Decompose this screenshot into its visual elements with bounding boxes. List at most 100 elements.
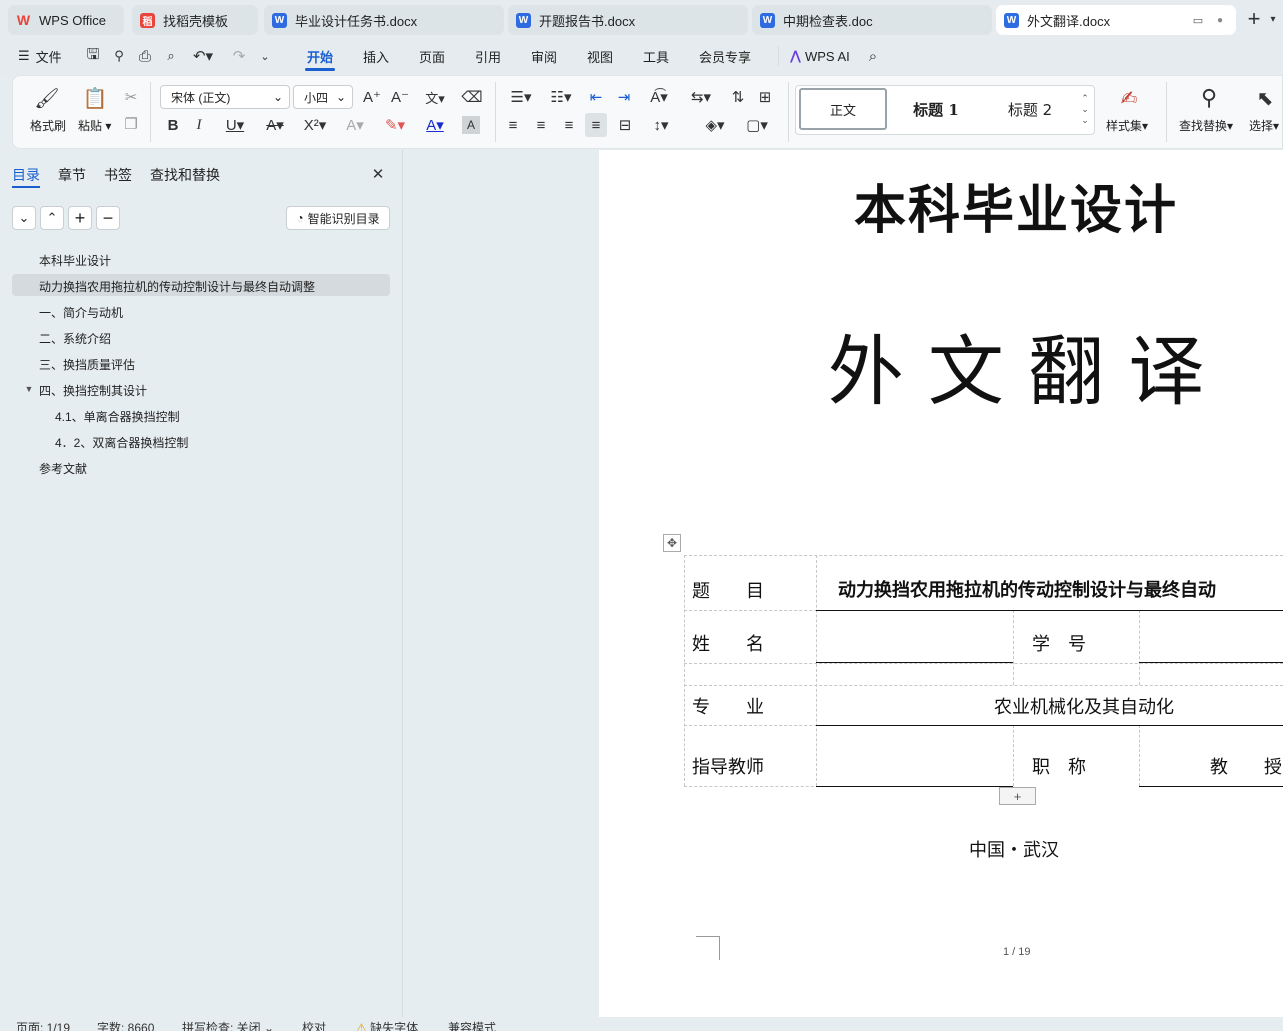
style-heading-1[interactable]: 标题 1 [895,88,977,130]
panel-tab-chapters[interactable]: 章节 [58,165,86,185]
bullet-list-icon[interactable]: ☰▾ [506,87,536,107]
menu-tab-page[interactable]: 页面 [419,46,445,66]
menu-tab-review[interactable]: 审阅 [531,46,557,66]
save-icon[interactable]: 🖫 [84,46,102,65]
char-shading-icon[interactable]: A [462,116,480,134]
toc-item-selected[interactable]: 动力换挡农用拖拉机的传动控制设计与最终自动调整 [39,278,315,295]
menu-tab-member[interactable]: 会员专享 [699,46,751,66]
copy-icon[interactable]: ❐ [122,115,140,133]
distribute-icon[interactable]: ⊟ [614,115,636,135]
style-normal[interactable]: 正文 [799,88,887,130]
cut-icon[interactable]: ✂ [122,88,140,106]
print-preview-icon[interactable]: ⌕ [162,47,180,65]
caret-down-icon[interactable]: ▼ [24,384,34,394]
undo-icon[interactable]: ↶▾ [190,47,216,65]
select-button[interactable]: 选择▾ [1249,117,1279,134]
phonetic-guide-icon[interactable]: 文▾ [420,87,450,107]
line-spacing-icon[interactable]: ↕▾ [646,115,676,135]
panel-tab-find-replace[interactable]: 查找和替换 [150,165,220,185]
text-effect-icon[interactable]: A▾ [340,115,370,135]
font-name-select[interactable]: 宋体 (正文) ⌄ [160,85,290,109]
status-bar: 页面: 1/19 字数: 8660 拼写检查: 关闭 ⌄ 校对 ⚠ 缺失字体 兼… [0,1017,1283,1031]
toc-subitem[interactable]: 4.1、单离合器换挡控制 [55,408,180,425]
style-heading-2[interactable]: 标题 2 [985,88,1075,130]
decrease-indent-icon[interactable]: ⇤ [586,87,606,107]
status-proof[interactable]: 校对 [302,1019,326,1031]
align-left-icon[interactable]: ≡ [504,115,522,135]
shading-icon[interactable]: ◈▾ [700,115,730,135]
grow-font-icon[interactable]: A⁺ [362,87,382,107]
toc-subitem[interactable]: 4．2、双离合器换档控制 [55,434,188,451]
tab-midterm-check[interactable]: W 中期检查表.doc [752,5,992,35]
borders-icon[interactable]: ▢▾ [742,115,772,135]
add-row-icon[interactable]: + [999,787,1036,805]
chevron-down-icon[interactable]: ▾ [1266,12,1280,26]
new-tab-icon[interactable]: + [1244,6,1264,31]
toc-item[interactable]: 四、换挡控制其设计 [39,382,147,399]
location-text: 中国・武汉 [969,840,1059,861]
bold-icon[interactable]: B [164,115,182,135]
menu-tab-insert[interactable]: 插入 [363,46,389,66]
toc-item[interactable]: 参考文献 [39,460,87,477]
shrink-font-icon[interactable]: A⁻ [390,87,410,107]
more-chevron-icon[interactable]: ⌄ [256,47,274,65]
paste-button[interactable]: 粘贴 ▾ [78,117,111,134]
show-marks-icon[interactable]: ⊞ [754,87,776,107]
tab-graduation-task[interactable]: W 毕业设计任务书.docx [264,5,504,35]
underline-icon[interactable]: U▾ [220,115,250,135]
format-painter-button[interactable]: 格式刷 [30,117,66,134]
docer-icon: 稻 [140,12,155,28]
numbered-list-icon[interactable]: ☷▾ [546,87,576,107]
expand-down-icon[interactable]: ⌄ [12,206,36,230]
justify-icon[interactable]: ≡ [585,113,607,137]
panel-tab-bookmarks[interactable]: 书签 [104,165,132,185]
format-painter-small-icon[interactable]: ⚲ [110,47,128,65]
collapse-up-icon[interactable]: ⌃ [40,206,64,230]
text-direction-icon[interactable]: A͡▾ [644,87,674,107]
wps-ai-button[interactable]: ⋀ WPS AI [790,46,850,66]
highlight-icon[interactable]: ✎▾ [380,115,410,135]
tab-docer-templates[interactable]: 稻 找稻壳模板 [132,5,258,35]
window-icon[interactable]: ▭ [1190,12,1206,28]
status-words[interactable]: 字数: 8660 [97,1019,154,1031]
sort-icon[interactable]: ⇅ [728,87,748,107]
panel-tab-toc[interactable]: 目录 [12,165,40,185]
toc-item[interactable]: 三、换挡质量评估 [39,356,135,373]
strikethrough-icon[interactable]: A▾ [260,115,290,135]
status-spell[interactable]: 拼写检查: 关闭 ⌄ [182,1019,274,1031]
search-icon[interactable]: ⌕ [864,46,882,66]
clear-format-icon[interactable]: ⌫ [461,87,482,107]
smart-toc-button[interactable]: ◔ 智能识别目录 [286,206,390,230]
font-size-select[interactable]: 小四 ⌄ [293,85,353,109]
italic-icon[interactable]: I [190,115,208,135]
menu-tab-home[interactable]: 开始 [307,46,333,66]
close-panel-icon[interactable]: ✕ [369,165,387,183]
increase-indent-icon[interactable]: ⇥ [614,87,634,107]
remove-heading-icon[interactable]: − [96,206,120,230]
redo-icon[interactable]: ↷ [228,47,250,65]
align-right-icon[interactable]: ≡ [560,115,578,135]
menu-tab-tools[interactable]: 工具 [643,46,669,66]
align-center-icon[interactable]: ≡ [532,115,550,135]
status-page[interactable]: 页面: 1/19 [16,1019,70,1031]
toc-item[interactable]: 本科毕业设计 [39,252,111,269]
paste-icon: 📋 [82,87,108,110]
add-heading-icon[interactable]: + [68,206,92,230]
line-wrap-icon[interactable]: ⇆▾ [686,87,716,107]
tab-proposal-report[interactable]: W 开题报告书.docx [508,5,748,35]
menu-tab-references[interactable]: 引用 [475,46,501,66]
toc-item[interactable]: 一、简介与动机 [39,304,123,321]
find-replace-button[interactable]: 查找替换▾ [1179,117,1233,134]
table-move-handle-icon[interactable]: ✥ [663,534,681,552]
chevron-down-icon: ⌄ [272,90,283,104]
style-set-button[interactable]: 样式集▾ [1106,117,1148,134]
toc-item[interactable]: 二、系统介绍 [39,330,111,347]
print-icon[interactable]: ⎙ [136,47,154,65]
menu-tab-view[interactable]: 视图 [587,46,613,66]
file-menu[interactable]: ☰ 文件 [18,46,62,66]
status-missing-font[interactable]: ⚠ 缺失字体 [356,1019,418,1031]
font-color-icon[interactable]: A▾ [420,115,450,135]
tab-wps-office[interactable]: W WPS Office [8,5,124,35]
superscript-icon[interactable]: X²▾ [300,115,330,135]
style-scroll-icon[interactable]: ⌃ ⌄ ⌄ [1079,88,1091,130]
